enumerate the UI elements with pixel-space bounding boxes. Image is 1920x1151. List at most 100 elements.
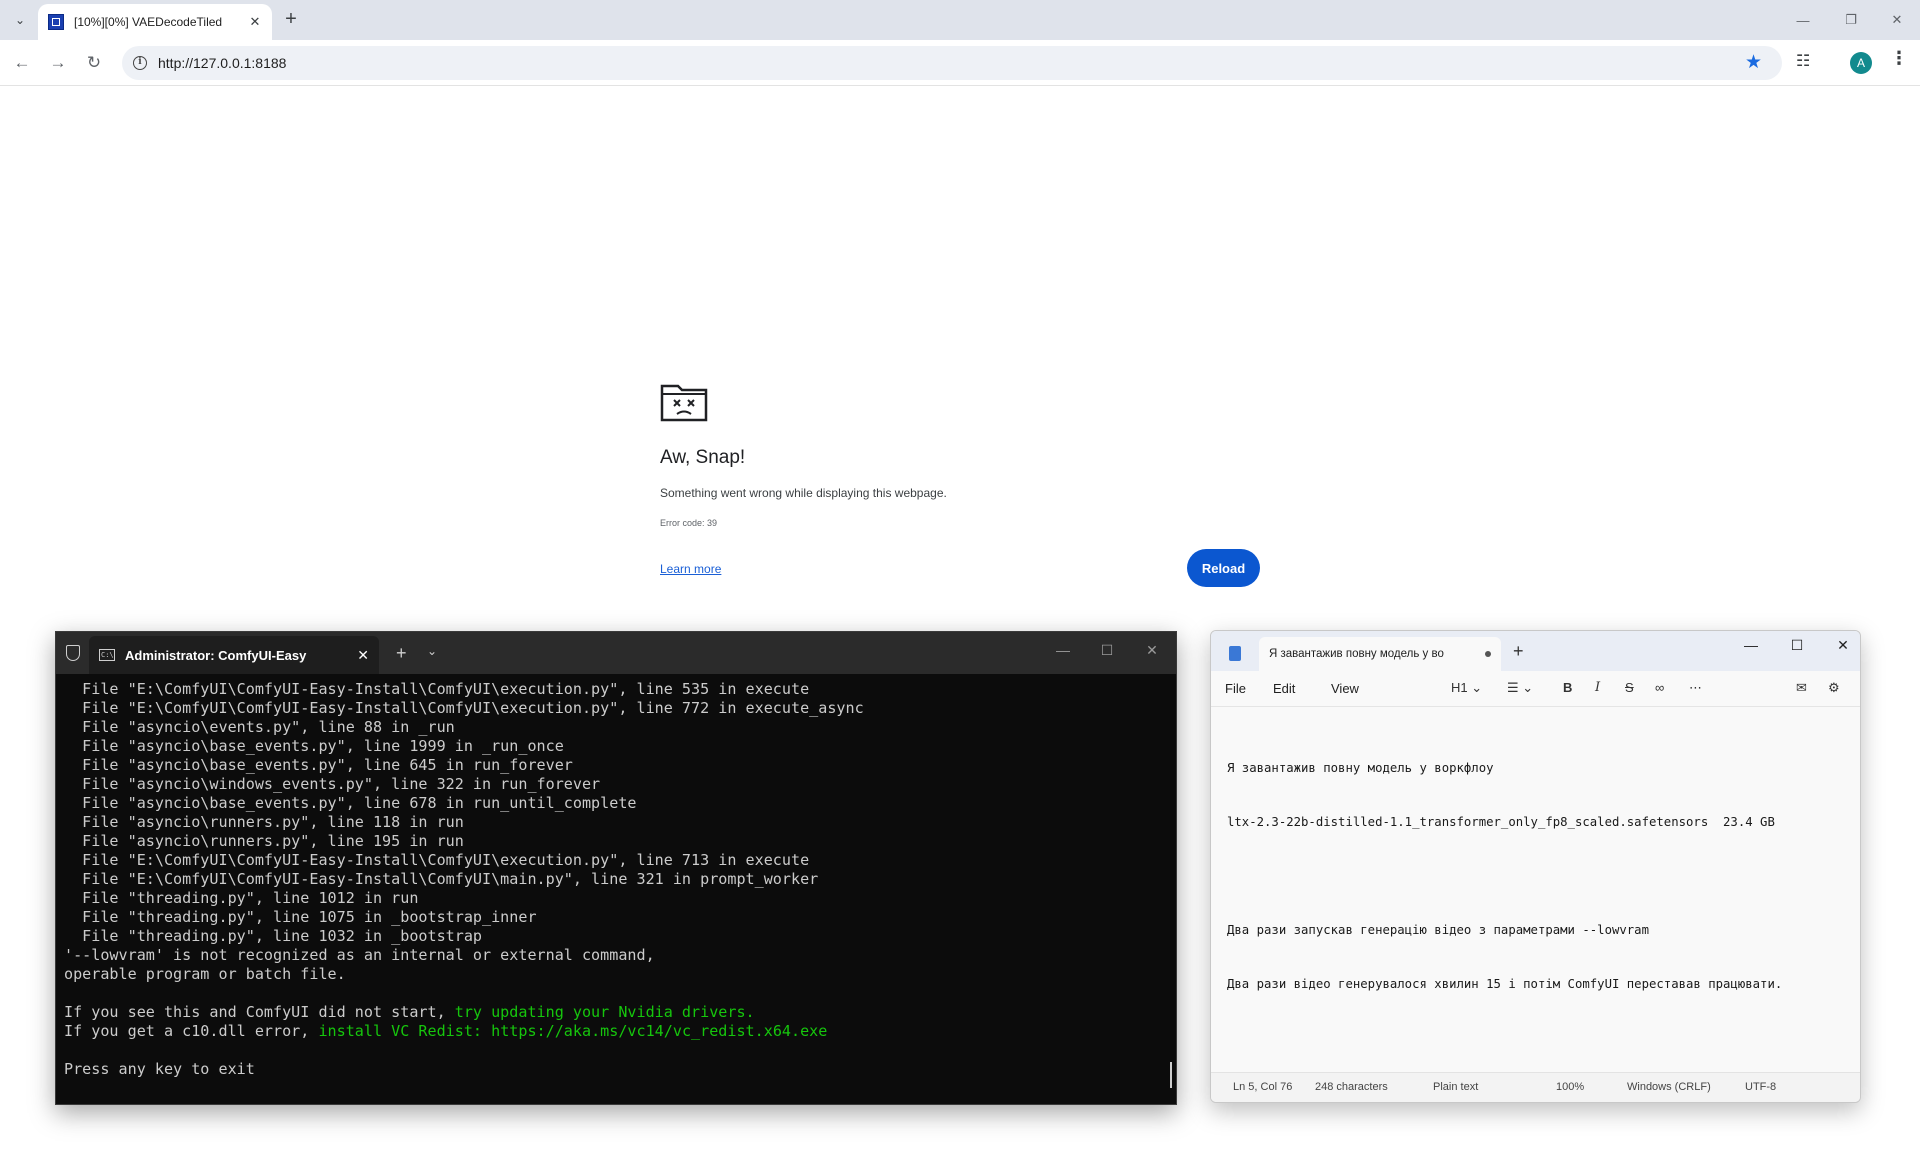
terminal-line-text: File "asyncio\base_events.py", line 678 … xyxy=(64,794,637,812)
bold-icon[interactable]: B xyxy=(1563,680,1572,695)
menu-view[interactable]: View xyxy=(1331,681,1359,696)
terminal-line: File "asyncio\base_events.py", line 1999… xyxy=(64,737,1164,756)
terminal-line: File "threading.py", line 1075 in _boots… xyxy=(64,908,1164,927)
notepad-maximize-icon[interactable]: ☐ xyxy=(1785,637,1809,654)
notepad-minimize-icon[interactable]: — xyxy=(1739,637,1763,653)
reload-button[interactable]: Reload xyxy=(1187,549,1260,587)
profile-avatar[interactable]: A xyxy=(1850,52,1872,74)
editor-line: Два рази запускав генерацію відео з пара… xyxy=(1227,923,1649,937)
bookmark-star-icon[interactable]: ★ xyxy=(1745,51,1762,74)
zoom-level[interactable]: 100% xyxy=(1556,1081,1584,1093)
reload-icon[interactable]: ↻ xyxy=(82,51,106,75)
encoding[interactable]: UTF-8 xyxy=(1745,1081,1776,1093)
editor-line: Я завантажив повну модель у воркфлоу xyxy=(1227,761,1494,775)
terminal-dropdown-icon[interactable]: ⌄ xyxy=(427,644,437,658)
back-arrow-icon[interactable]: ← xyxy=(10,51,34,75)
more-options-icon[interactable]: ⋯ xyxy=(1689,680,1702,696)
terminal-line: If you see this and ComfyUI did not star… xyxy=(64,1003,1164,1022)
terminal-line-text: '--lowvram' is not recognized as an inte… xyxy=(64,946,655,964)
heading-select-value: H1 xyxy=(1451,680,1468,695)
line-ending[interactable]: Windows (CRLF) xyxy=(1627,1081,1711,1093)
terminal-line-text: File "E:\ComfyUI\ComfyUI-Easy-Install\Co… xyxy=(64,680,810,698)
terminal-highlight-text: try updating your Nvidia drivers. xyxy=(454,1003,755,1021)
terminal-line-text: File "asyncio\events.py", line 88 in _ru… xyxy=(64,718,455,736)
terminal-line: File "asyncio\runners.py", line 195 in r… xyxy=(64,832,1164,851)
editor-line: Два рази відео генерувалося хвилин 15 і … xyxy=(1227,977,1783,991)
site-info-icon[interactable]: i xyxy=(133,56,147,70)
terminal-close-icon[interactable]: ✕ xyxy=(1140,642,1164,659)
terminal-minimize-icon[interactable]: — xyxy=(1051,642,1075,658)
strikethrough-icon[interactable]: S xyxy=(1625,680,1634,695)
terminal-line: File "asyncio\base_events.py", line 678 … xyxy=(64,794,1164,813)
close-terminal-tab-icon[interactable]: ✕ xyxy=(357,647,369,664)
error-code: Error code: 39 xyxy=(660,518,718,528)
menu-file[interactable]: File xyxy=(1225,681,1246,696)
terminal-line: File "asyncio\windows_events.py", line 3… xyxy=(64,775,1164,794)
terminal-line-text: File "threading.py", line 1075 in _boots… xyxy=(64,908,537,926)
notepad-tab[interactable]: Я завантажив повну модель у во xyxy=(1259,637,1501,671)
notepad-close-icon[interactable]: ✕ xyxy=(1831,637,1855,654)
text-format[interactable]: Plain text xyxy=(1433,1081,1478,1093)
terminal-line-text: File "E:\ComfyUI\ComfyUI-Easy-Install\Co… xyxy=(64,851,810,869)
terminal-window[interactable]: C:\ Administrator: ComfyUI-Easy ✕ + ⌄ — … xyxy=(55,631,1177,1105)
terminal-line: '--lowvram' is not recognized as an inte… xyxy=(64,946,1164,965)
new-terminal-tab-icon[interactable]: + xyxy=(396,643,407,664)
browser-toolbar: ← → ↻ i http://127.0.0.1:8188 ★ ☷ A ⋮ xyxy=(0,40,1920,86)
minimize-icon[interactable]: — xyxy=(1788,6,1818,34)
terminal-line-text: operable program or batch file. xyxy=(64,965,346,983)
address-bar[interactable]: i http://127.0.0.1:8188 ★ xyxy=(122,46,1782,80)
terminal-line: File "asyncio\base_events.py", line 645 … xyxy=(64,756,1164,775)
terminal-line-text: File "asyncio\runners.py", line 118 in r… xyxy=(64,813,464,831)
notepad-window[interactable]: Я завантажив повну модель у во + — ☐ ✕ F… xyxy=(1210,630,1861,1103)
terminal-line-text: File "threading.py", line 1012 in run xyxy=(64,889,419,907)
terminal-line: File "threading.py", line 1032 in _boots… xyxy=(64,927,1164,946)
notepad-menubar: File Edit View H1 ⌄ ☰ ⌄ B I S ∞ ⋯ ✉ ⚙ xyxy=(1211,671,1860,707)
browser-tabstrip: ⌄ [10%][0%] VAEDecodeTiled ✕ + — ❐ ✕ xyxy=(0,0,1920,40)
learn-more-link[interactable]: Learn more xyxy=(660,562,721,576)
terminal-line: File "E:\ComfyUI\ComfyUI-Easy-Install\Co… xyxy=(64,699,1164,718)
extensions-puzzle-icon[interactable]: ☷ xyxy=(1796,51,1810,71)
tab-search-chevron-icon[interactable]: ⌄ xyxy=(8,8,32,32)
settings-gear-icon[interactable]: ⚙ xyxy=(1828,680,1840,696)
browser-menu-icon[interactable]: ⋮ xyxy=(1890,48,1908,69)
terminal-line: operable program or batch file. xyxy=(64,965,1164,984)
terminal-scrollbar[interactable] xyxy=(1170,1062,1172,1088)
close-window-icon[interactable]: ✕ xyxy=(1882,6,1912,34)
terminal-line: File "E:\ComfyUI\ComfyUI-Easy-Install\Co… xyxy=(64,870,1164,889)
terminal-line-text: File "asyncio\base_events.py", line 1999… xyxy=(64,737,564,755)
character-count: 248 characters xyxy=(1315,1081,1388,1093)
cursor-position[interactable]: Ln 5, Col 76 xyxy=(1233,1081,1292,1093)
link-icon[interactable]: ∞ xyxy=(1655,680,1664,695)
menu-edit[interactable]: Edit xyxy=(1273,681,1295,696)
notepad-tab-title: Я завантажив повну модель у во xyxy=(1269,648,1444,660)
admin-shield-icon xyxy=(66,645,80,661)
terminal-tab[interactable]: C:\ Administrator: ComfyUI-Easy ✕ xyxy=(89,636,379,674)
terminal-line: File "E:\ComfyUI\ComfyUI-Easy-Install\Co… xyxy=(64,680,1164,699)
browser-tab-title: [10%][0%] VAEDecodeTiled xyxy=(74,15,223,29)
terminal-line-text: File "threading.py", line 1032 in _boots… xyxy=(64,927,483,945)
terminal-line: File "asyncio\events.py", line 88 in _ru… xyxy=(64,718,1164,737)
url-text[interactable]: http://127.0.0.1:8188 xyxy=(158,55,286,71)
new-tab-button[interactable]: + xyxy=(280,9,302,31)
close-tab-icon[interactable]: ✕ xyxy=(246,13,264,31)
terminal-line: File "threading.py", line 1012 in run xyxy=(64,889,1164,908)
copilot-icon[interactable]: ✉ xyxy=(1796,680,1807,696)
browser-tab[interactable]: [10%][0%] VAEDecodeTiled ✕ xyxy=(38,4,272,40)
notepad-new-tab-icon[interactable]: + xyxy=(1513,641,1524,662)
terminal-maximize-icon[interactable]: ☐ xyxy=(1095,642,1119,659)
terminal-output[interactable]: File "E:\ComfyUI\ComfyUI-Easy-Install\Co… xyxy=(64,680,1164,1100)
terminal-line: If you get a c10.dll error, install VC R… xyxy=(64,1022,1164,1041)
cmd-prompt-icon: C:\ xyxy=(99,649,115,661)
restore-icon[interactable]: ❐ xyxy=(1836,6,1866,34)
list-format-icon[interactable]: ☰ ⌄ xyxy=(1507,680,1533,696)
forward-arrow-icon[interactable]: → xyxy=(46,51,70,75)
terminal-line-text: File "E:\ComfyUI\ComfyUI-Easy-Install\Co… xyxy=(64,870,819,888)
italic-icon[interactable]: I xyxy=(1595,680,1600,695)
heading-select[interactable]: H1 ⌄ xyxy=(1451,680,1482,696)
notepad-editor[interactable]: Я завантажив повну модель у воркфлоу ltx… xyxy=(1227,723,1847,1029)
error-title: Aw, Snap! xyxy=(660,447,746,468)
terminal-line-text: File "E:\ComfyUI\ComfyUI-Easy-Install\Co… xyxy=(64,699,864,717)
terminal-line: File "asyncio\runners.py", line 118 in r… xyxy=(64,813,1164,832)
